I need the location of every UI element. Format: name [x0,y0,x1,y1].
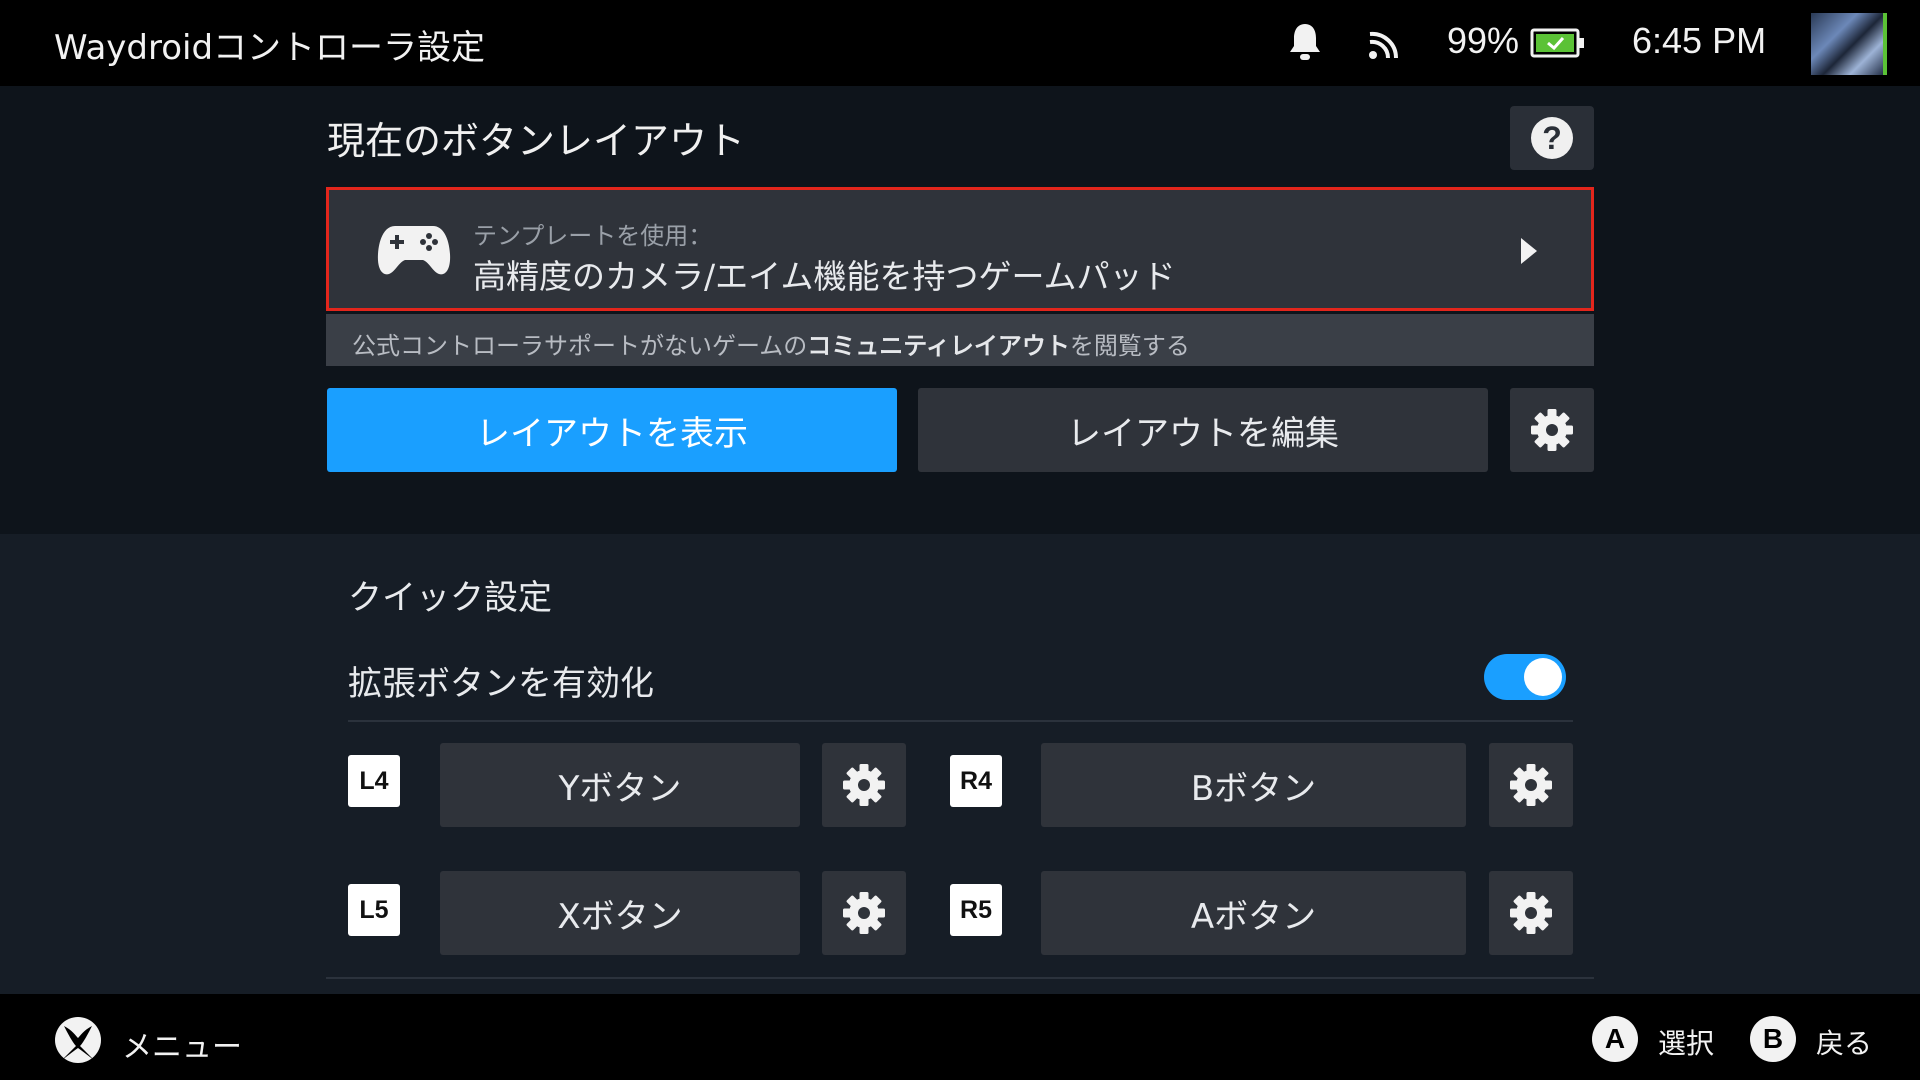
chevron-right-icon [1521,238,1537,264]
badge-l4: L4 [348,755,400,807]
mapping-settings-l4[interactable] [822,743,906,827]
a-button-icon: A [1592,1016,1638,1062]
gear-icon [1510,892,1552,934]
back-hint: 戻る [1816,1027,1873,1060]
community-suffix: を閲覧する [1069,332,1190,360]
mapping-button-l5[interactable]: Xボタン [440,871,800,955]
mapping-settings-r4[interactable] [1489,743,1573,827]
quick-settings-title: クイック設定 [348,578,552,618]
toggle-knob [1524,658,1562,696]
template-name: 高精度のカメラ/エイム機能を持つゲームパッド [473,257,1176,296]
gear-icon [1510,764,1552,806]
community-layouts-text: 公式コントローラサポートがないゲームのコミュニティレイアウトを閲覧する [352,326,1190,361]
badge-r5: R5 [950,884,1002,936]
enable-extended-label: 拡張ボタンを有効化 [348,664,654,704]
layout-settings-button[interactable] [1510,388,1594,472]
edit-layout-button[interactable]: レイアウトを編集 [918,388,1488,472]
gear-icon [1531,409,1573,451]
template-label: テンプレートを使用： [473,222,713,250]
mapping-button-r5[interactable]: Aボタン [1041,871,1466,955]
badge-l5: L5 [348,884,400,936]
show-layout-button[interactable]: レイアウトを表示 [327,388,897,472]
divider [326,977,1594,979]
bell-icon[interactable] [1288,22,1322,62]
enable-extended-toggle[interactable] [1484,654,1566,700]
section-title: 現在のボタンレイアウト [327,119,746,163]
clock: 6:45 PM [1632,20,1767,61]
mapping-settings-l5[interactable] [822,871,906,955]
cast-icon[interactable] [1368,26,1404,60]
app-title: Waydroidコントローラ設定 [54,28,486,68]
gamepad-icon [377,226,451,275]
template-selector[interactable]: テンプレートを使用： 高精度のカメラ/エイム機能を持つゲームパッド [326,187,1594,311]
battery-percent: 99% [1447,20,1520,61]
avatar[interactable] [1811,13,1887,75]
gear-icon [843,892,885,934]
b-button-icon: B [1750,1016,1796,1062]
help-icon: ? [1531,117,1573,159]
mapping-button-r4[interactable]: Bボタン [1041,743,1466,827]
community-link[interactable]: コミュニティレイアウト [807,332,1070,360]
mapping-settings-r5[interactable] [1489,871,1573,955]
battery-icon [1530,28,1584,58]
help-button[interactable]: ? [1510,106,1594,170]
xbox-icon[interactable] [54,1016,102,1064]
divider [348,720,1573,722]
mapping-button-l4[interactable]: Yボタン [440,743,800,827]
badge-r4: R4 [950,755,1002,807]
select-hint: 選択 [1658,1027,1715,1060]
menu-label: メニュー [122,1030,242,1065]
community-prefix: 公式コントローラサポートがないゲームの [352,332,808,360]
community-layouts-link[interactable]: 公式コントローラサポートがないゲームのコミュニティレイアウトを閲覧する [326,314,1594,366]
gear-icon [843,764,885,806]
